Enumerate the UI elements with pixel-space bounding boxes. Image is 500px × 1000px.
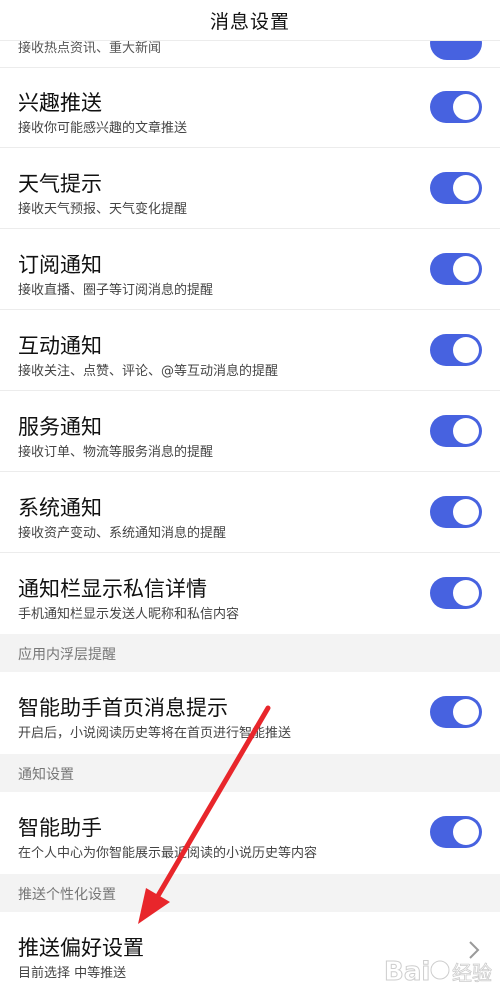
interest-push-toggle[interactable] bbox=[430, 91, 482, 123]
interest-push-title: 兴趣推送 bbox=[18, 91, 102, 115]
watermark-logo: Bai 经验 bbox=[384, 957, 492, 988]
weather-toggle[interactable] bbox=[430, 172, 482, 204]
assistant-home-toggle[interactable] bbox=[430, 696, 482, 728]
push-pref-subtitle: 目前选择 中等推送 bbox=[18, 966, 127, 981]
list-item-weather[interactable]: 天气提示 接收天气预报、天气变化提醒 bbox=[0, 148, 500, 229]
toggle-knob bbox=[453, 819, 479, 845]
section-header-in-app: 应用内浮层提醒 bbox=[0, 634, 500, 672]
toggle-knob bbox=[453, 418, 479, 444]
list-item-dm-detail[interactable]: 通知栏显示私信详情 手机通知栏显示发送人昵称和私信内容 bbox=[0, 553, 500, 633]
assistant-toggle[interactable] bbox=[430, 816, 482, 848]
list-item-service[interactable]: 服务通知 接收订单、物流等服务消息的提醒 bbox=[0, 391, 500, 472]
list-item-subscription[interactable]: 订阅通知 接收直播、圈子等订阅消息的提醒 bbox=[0, 229, 500, 310]
interaction-subtitle: 接收关注、点赞、评论、@等互动消息的提醒 bbox=[18, 364, 279, 379]
subscription-title: 订阅通知 bbox=[18, 253, 102, 277]
svg-text:经验: 经验 bbox=[452, 961, 492, 985]
system-title: 系统通知 bbox=[18, 496, 102, 520]
service-toggle[interactable] bbox=[430, 415, 482, 447]
interest-push-subtitle: 接收你可能感兴趣的文章推送 bbox=[18, 121, 188, 136]
top-bar: 消息设置 bbox=[0, 0, 500, 41]
assistant-home-title: 智能助手首页消息提示 bbox=[18, 696, 228, 720]
service-title: 服务通知 bbox=[18, 415, 102, 439]
list-item-system[interactable]: 系统通知 接收资产变动、系统通知消息的提醒 bbox=[0, 472, 500, 553]
section-header-push-personal: 推送个性化设置 bbox=[0, 874, 500, 912]
toggle-knob bbox=[453, 499, 479, 525]
section-label: 推送个性化设置 bbox=[18, 887, 116, 903]
list-item-assistant-home[interactable]: 智能助手首页消息提示 开启后，小说阅读历史等将在首页进行智能推送 bbox=[0, 672, 500, 752]
toggle-knob bbox=[453, 94, 479, 120]
interaction-toggle[interactable] bbox=[430, 334, 482, 366]
list-item-interest-push[interactable]: 兴趣推送 接收你可能感兴趣的文章推送 bbox=[0, 67, 500, 148]
section-label: 通知设置 bbox=[18, 767, 74, 783]
toggle-knob bbox=[453, 175, 479, 201]
list-item-assistant[interactable]: 智能助手 在个人中心为你智能展示最近阅读的小说历史等内容 bbox=[0, 792, 500, 872]
dm-detail-subtitle: 手机通知栏显示发送人昵称和私信内容 bbox=[18, 607, 240, 622]
system-subtitle: 接收资产变动、系统通知消息的提醒 bbox=[18, 526, 227, 541]
toggle-knob bbox=[453, 256, 479, 282]
toggle-knob bbox=[453, 699, 479, 725]
push-pref-title: 推送偏好设置 bbox=[18, 936, 144, 960]
dm-detail-title: 通知栏显示私信详情 bbox=[18, 577, 207, 601]
section-label: 应用内浮层提醒 bbox=[18, 647, 116, 663]
weather-subtitle: 接收天气预报、天气变化提醒 bbox=[18, 202, 188, 217]
assistant-subtitle: 在个人中心为你智能展示最近阅读的小说历史等内容 bbox=[18, 846, 318, 861]
subscription-subtitle: 接收直播、圈子等订阅消息的提醒 bbox=[18, 283, 214, 298]
service-subtitle: 接收订单、物流等服务消息的提醒 bbox=[18, 445, 214, 460]
system-toggle[interactable] bbox=[430, 496, 482, 528]
toggle-knob bbox=[453, 580, 479, 606]
toggle-knob bbox=[453, 337, 479, 363]
assistant-title: 智能助手 bbox=[18, 816, 102, 840]
subscription-toggle[interactable] bbox=[430, 253, 482, 285]
assistant-home-subtitle: 开启后，小说阅读历史等将在首页进行智能推送 bbox=[18, 726, 292, 741]
section-header-notify: 通知设置 bbox=[0, 754, 500, 792]
page-title: 消息设置 bbox=[209, 10, 290, 33]
list-item-interaction[interactable]: 互动通知 接收关注、点赞、评论、@等互动消息的提醒 bbox=[0, 310, 500, 391]
svg-text:Bai: Bai bbox=[384, 957, 430, 987]
dm-detail-toggle[interactable] bbox=[430, 577, 482, 609]
interaction-title: 互动通知 bbox=[18, 334, 102, 358]
weather-title: 天气提示 bbox=[18, 172, 102, 196]
